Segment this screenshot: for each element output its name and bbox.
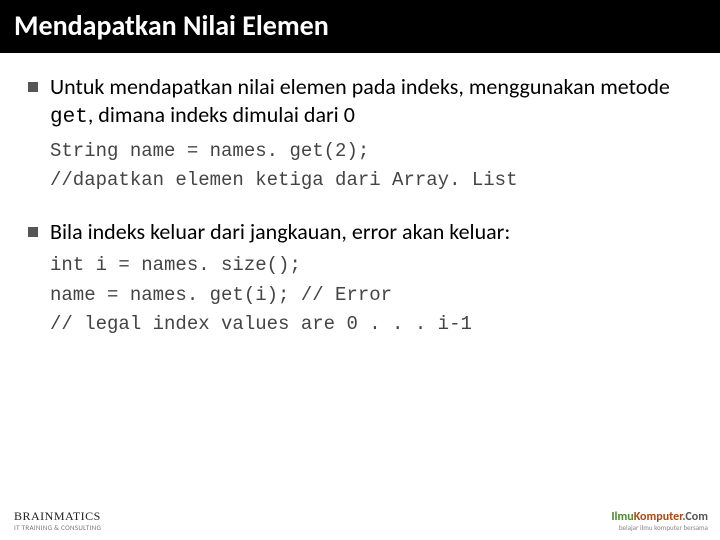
slide-content: Untuk mendapatkan nilai elemen pada inde… [0, 53, 720, 339]
right-logo: IlmuKomputer.Com belajar ilmu komputer b… [611, 510, 708, 532]
bullet1-post: , dimana indeks dimulai dari 0 [88, 101, 355, 128]
right-logo-com: .Com [682, 510, 708, 524]
slide-header: Mendapatkan Nilai Elemen [0, 0, 720, 53]
code-block-1: String name = names. get(2); //dapatkan … [50, 137, 692, 196]
right-logo-ilmu: Ilmu [611, 510, 633, 524]
bullet-item-2: Bila indeks keluar dari jangkauan, error… [28, 218, 692, 246]
slide-title: Mendapatkan Nilai Elemen [14, 8, 329, 43]
right-logo-title: IlmuKomputer.Com [611, 510, 708, 524]
right-logo-komp: Komputer [634, 510, 683, 524]
slide-footer: BRAINMATICS IT TRAINING & CONSULTING Ilm… [0, 503, 720, 540]
bullet-text-1: Untuk mendapatkan nilai elemen pada inde… [50, 73, 692, 131]
bullet1-inline-code: get [50, 106, 88, 129]
bullet-text-2: Bila indeks keluar dari jangkauan, error… [50, 218, 510, 246]
right-logo-tagline: belajar ilmu komputer bersama [611, 523, 708, 532]
left-logo-sub: IT TRAINING & CONSULTING [14, 523, 101, 532]
left-logo: BRAINMATICS IT TRAINING & CONSULTING [14, 509, 101, 532]
bullet-item-1: Untuk mendapatkan nilai elemen pada inde… [28, 73, 692, 131]
bullet-square-icon [28, 227, 38, 237]
bullet1-pre: Untuk mendapatkan nilai elemen pada inde… [50, 73, 670, 100]
left-logo-brand: BRAINMATICS [14, 509, 101, 524]
bullet-square-icon [28, 82, 38, 92]
code-block-2: int i = names. size(); name = names. get… [50, 251, 692, 339]
